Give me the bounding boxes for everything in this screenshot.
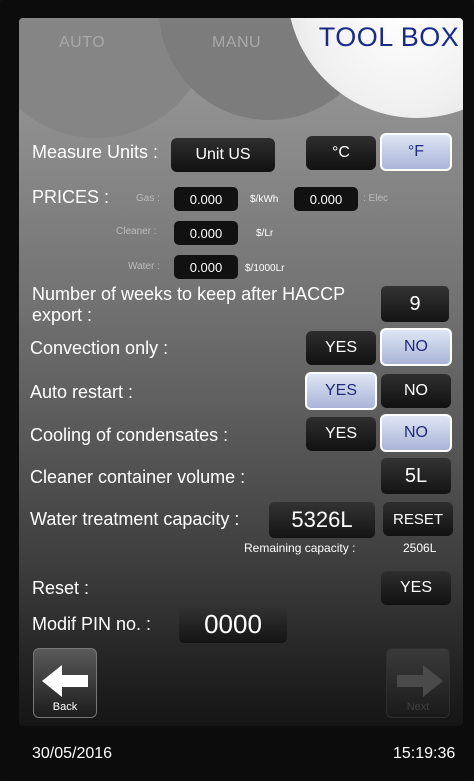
- back-label: Back: [52, 701, 78, 713]
- back-button[interactable]: Back: [33, 648, 97, 718]
- water-unit: $/1000Lr: [245, 263, 285, 274]
- reset-label: Reset :: [32, 578, 90, 598]
- water-treatment-reset-button[interactable]: RESET: [383, 502, 453, 536]
- elec-label: : Elec: [363, 193, 389, 204]
- water-label: Water :: [128, 261, 160, 272]
- measure-units-label: Measure Units :: [32, 142, 159, 162]
- elec-price-field[interactable]: 0.000: [294, 187, 358, 211]
- modif-pin-label: Modif PIN no. :: [32, 614, 152, 634]
- remaining-capacity-label: Remaining capacity :: [244, 541, 356, 555]
- cleaner-label: Cleaner :: [116, 226, 157, 237]
- reset-yes-button[interactable]: YES: [381, 571, 451, 605]
- convection-no-button[interactable]: NO: [380, 328, 452, 366]
- status-time: 15:19:36: [393, 745, 456, 762]
- status-date: 30/05/2016: [32, 745, 113, 762]
- water-treatment-value[interactable]: 5326L: [269, 502, 375, 538]
- next-button[interactable]: Next: [386, 648, 450, 718]
- haccp-label-line2: export :: [32, 305, 93, 325]
- gas-price-field[interactable]: 0.000: [174, 187, 238, 211]
- water-treatment-label: Water treatment capacity :: [30, 509, 240, 529]
- cleaner-price-field[interactable]: 0.000: [174, 221, 238, 245]
- fahrenheit-button[interactable]: °F: [380, 133, 452, 171]
- auto-restart-no-button[interactable]: NO: [381, 374, 451, 408]
- haccp-label-line1: Number of weeks to keep after HACCP: [32, 284, 346, 304]
- cleaner-volume-label: Cleaner container volume :: [30, 467, 246, 487]
- convection-only-label: Convection only :: [30, 338, 169, 358]
- pin-value[interactable]: 0000: [179, 605, 287, 643]
- cleaner-unit: $/Lr: [256, 228, 274, 239]
- haccp-weeks-label: Number of weeks to keep after HACCP expo…: [32, 284, 345, 326]
- unit-us-button[interactable]: Unit US: [171, 138, 275, 172]
- screen: AUTO MANU TOOL BOX Measure Units : Unit …: [19, 18, 463, 726]
- page-title: TOOL BOX: [318, 22, 460, 52]
- convection-yes-button[interactable]: YES: [306, 331, 376, 365]
- water-price-field[interactable]: 0.000: [174, 255, 238, 279]
- cleaner-volume-value[interactable]: 5L: [381, 458, 451, 494]
- tab-manu-label: MANU: [212, 34, 262, 51]
- next-label: Next: [406, 701, 430, 713]
- cooling-condensates-label: Cooling of condensates :: [30, 425, 229, 445]
- cooling-yes-button[interactable]: YES: [306, 417, 376, 451]
- cooling-no-button[interactable]: NO: [380, 414, 452, 452]
- haccp-weeks-value[interactable]: 9: [381, 286, 449, 322]
- prices-label: PRICES :: [32, 187, 110, 207]
- tab-auto-label: AUTO: [59, 34, 106, 51]
- celsius-button[interactable]: °C: [306, 136, 376, 170]
- auto-restart-label: Auto restart :: [30, 382, 134, 402]
- auto-restart-yes-button[interactable]: YES: [305, 372, 377, 410]
- gas-label: Gas :: [136, 193, 160, 204]
- device-frame: AUTO MANU TOOL BOX Measure Units : Unit …: [0, 0, 474, 781]
- gas-unit: $/kWh: [250, 194, 279, 205]
- remaining-capacity-value: 2506L: [403, 541, 437, 555]
